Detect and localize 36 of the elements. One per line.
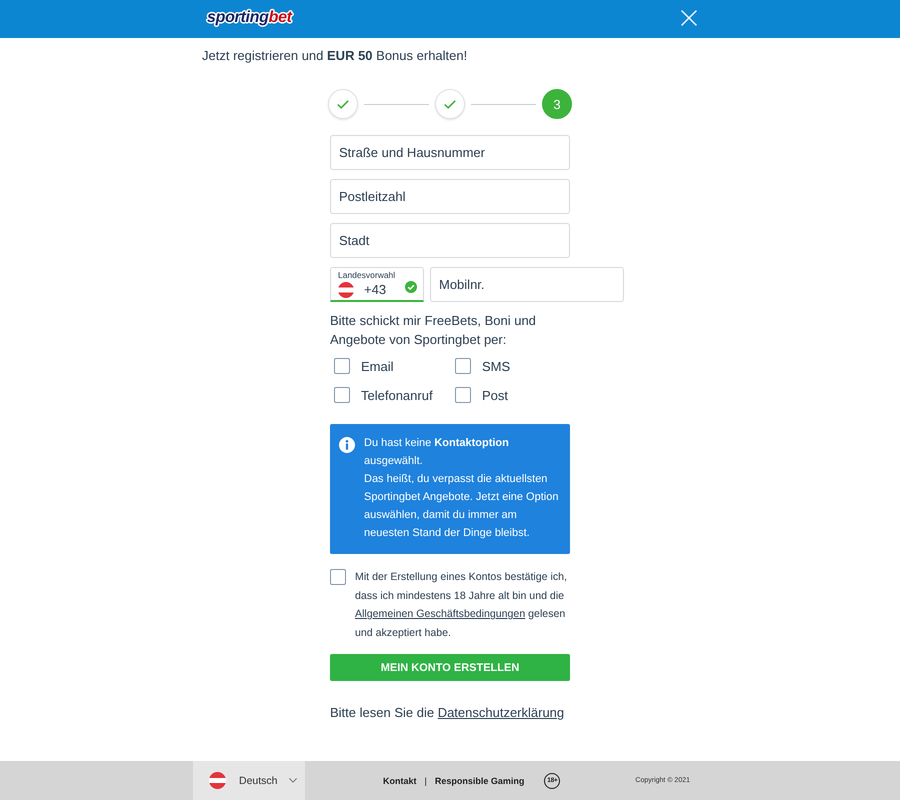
- close-icon[interactable]: [681, 10, 697, 26]
- check-icon: [337, 100, 349, 108]
- info-text: Du hast keine Kontaktoption ausgewählt.: [364, 436, 510, 469]
- input-field[interactable]: Postleitzahl: [330, 179, 570, 214]
- flag-icon: [209, 772, 226, 789]
- terms-text: Mit der Erstellung eines Kontos bestätige ich, dass ich mindestens 18 Jahre alt bin und die Allgemeinen Geschäftsbedingungen gelesen und akzeptiert habe.: [355, 570, 568, 641]
- info-icon: [339, 437, 355, 453]
- logo[interactable]: sportingbet: [205, 8, 294, 26]
- checkbox-label: Email: [361, 358, 394, 374]
- privacy-link[interactable]: Datenschutzerklärung: [438, 705, 564, 720]
- check-icon: [444, 100, 456, 108]
- terms-link[interactable]: Allgemeinen Geschäftsbedingungen: [355, 608, 526, 620]
- checkbox[interactable]: [330, 569, 346, 585]
- country-code-select[interactable]: Landesvorwahl +43: [330, 267, 424, 302]
- chevron-down-icon: [289, 778, 297, 783]
- input-field[interactable]: Mobilnr.: [430, 267, 624, 302]
- flag-icon: [338, 282, 354, 298]
- info-text: Das heißt, du verpasst die aktuellsten Sportingbet Angebote. Jetzt eine Option auswählen, damit du immer am neuesten Stand der Dinge bleibst.: [364, 472, 560, 541]
- check-circle-icon: [405, 281, 417, 293]
- language-select[interactable]: Deutsch: [193, 761, 305, 800]
- footer-link[interactable]: Kontakt: [383, 776, 416, 786]
- checkbox[interactable]: [455, 358, 471, 374]
- checkbox-label: Telefonanruf: [361, 388, 433, 402]
- checkbox[interactable]: [455, 387, 471, 403]
- input-field[interactable]: Straße und Hausnummer: [330, 135, 570, 170]
- checkbox-label: SMS: [482, 358, 510, 374]
- checkbox[interactable]: [334, 358, 350, 374]
- link-separator: |: [424, 776, 427, 786]
- checkbox-label: Post: [482, 388, 508, 402]
- contact-prompt: Bitte schickt mir FreeBets, Boni und Angebote von Sportingbet per:: [330, 312, 537, 349]
- step-indicator: 3: [542, 89, 572, 119]
- input-field[interactable]: Stadt: [330, 223, 570, 258]
- checkbox[interactable]: [334, 387, 350, 403]
- promo-text: Jetzt registrieren und EUR 50 Bonus erhalten!: [201, 47, 468, 65]
- privacy-text: Bitte lesen Sie die Datenschutzerklärung: [330, 704, 566, 722]
- footer-link[interactable]: Responsible Gaming: [434, 776, 524, 786]
